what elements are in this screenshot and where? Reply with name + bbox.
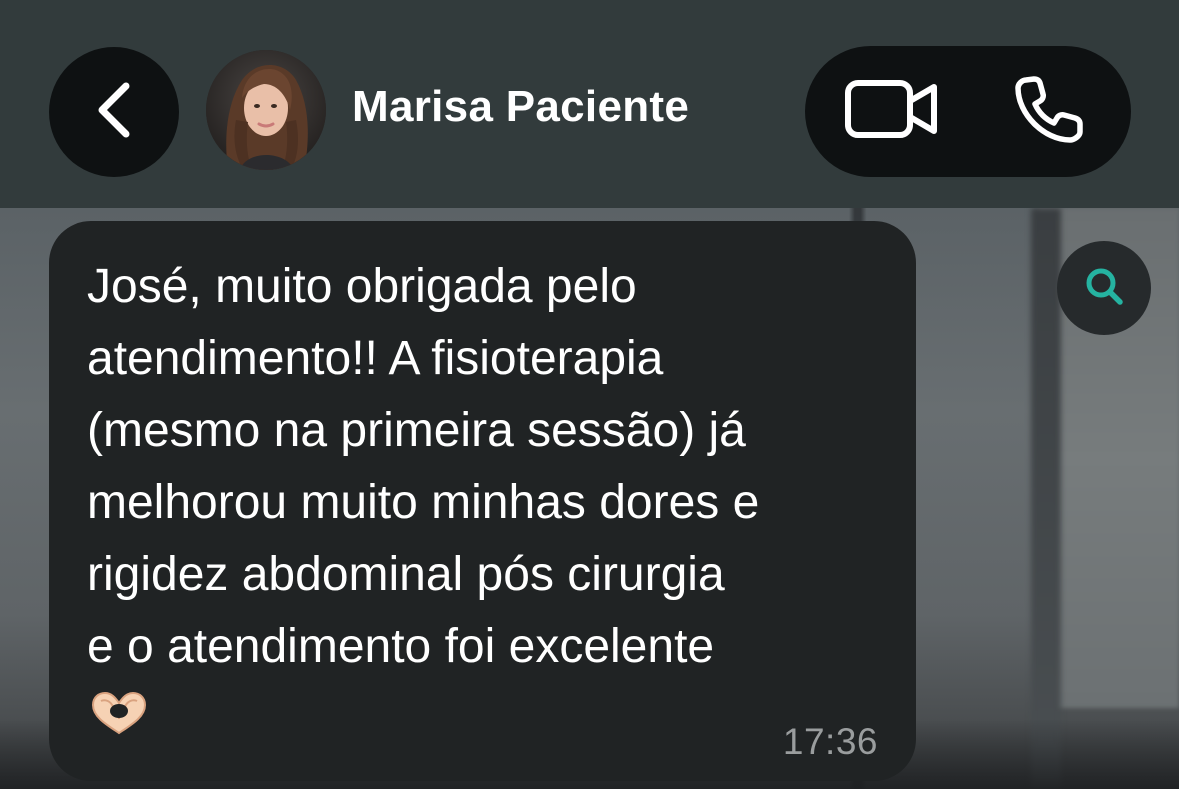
message-text: José, muito obrigada pelo atendimento!! …	[87, 260, 760, 673]
search-button[interactable]	[1057, 241, 1151, 335]
phone-icon	[1012, 74, 1088, 151]
contact-name[interactable]: Marisa Paciente	[352, 82, 689, 132]
video-call-button[interactable]	[843, 78, 941, 144]
video-camera-icon	[844, 77, 940, 146]
back-button[interactable]	[49, 47, 179, 177]
voice-call-button[interactable]	[1010, 74, 1090, 150]
chat-screen: Marisa Paciente José, muito obrigada pel…	[0, 0, 1179, 789]
search-icon	[1082, 264, 1126, 313]
message-timestamp: 17:36	[782, 721, 878, 762]
chat-header: Marisa Paciente	[0, 0, 1179, 208]
wallpaper-shadow	[1031, 208, 1061, 789]
avatar[interactable]	[206, 50, 326, 170]
heart-hands-emoji	[87, 689, 151, 737]
message-bubble[interactable]: José, muito obrigada pelo atendimento!! …	[49, 221, 916, 781]
call-actions	[805, 46, 1131, 177]
chevron-left-icon	[92, 78, 136, 147]
